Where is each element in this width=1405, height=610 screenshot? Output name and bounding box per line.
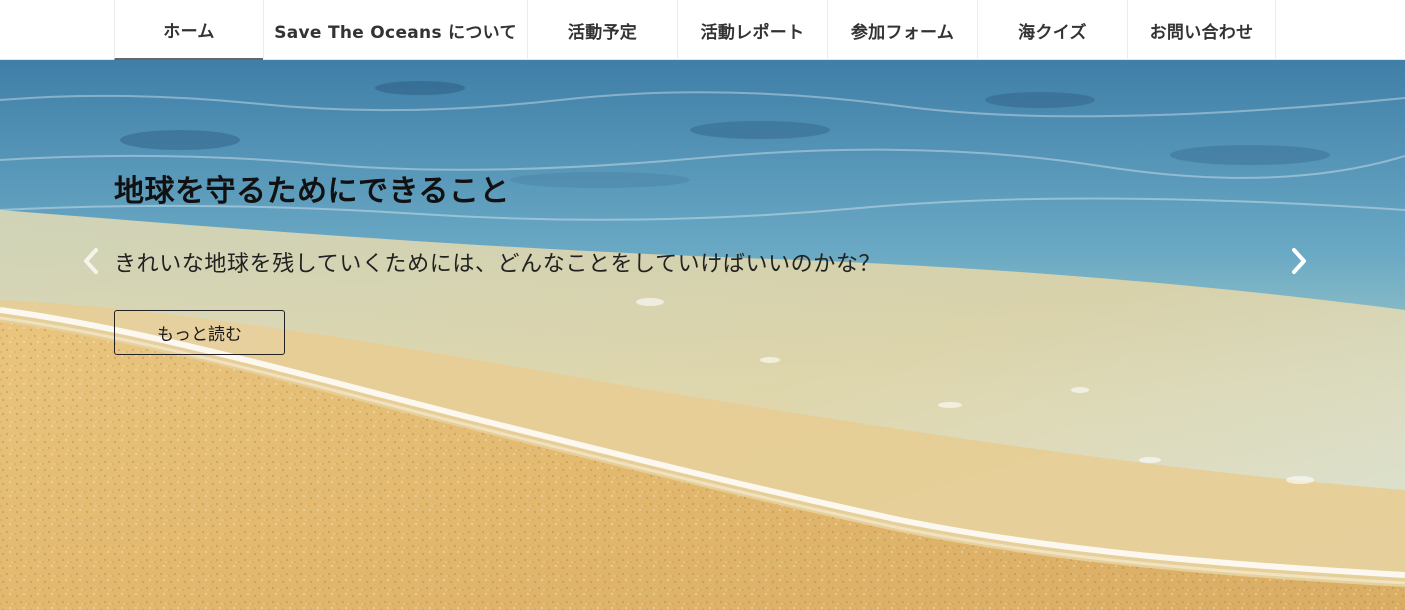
hero-title: 地球を守るためにできること [114, 174, 510, 209]
nav-item-quiz[interactable]: 海クイズ [977, 0, 1127, 60]
slider-prev-button[interactable] [78, 246, 104, 276]
nav-list: ホーム Save The Oceans について 活動予定 活動レポート 参加フ… [114, 0, 1276, 60]
hero-slider: 地球を守るためにできること きれいな地球を残していくためには、どんなことをしてい… [0, 60, 1405, 610]
chevron-left-icon [84, 248, 98, 274]
nav-item-form[interactable]: 参加フォーム [827, 0, 977, 60]
nav-item-schedule[interactable]: 活動予定 [527, 0, 677, 60]
slider-next-button[interactable] [1286, 246, 1312, 276]
nav-item-about[interactable]: Save The Oceans について [263, 0, 527, 60]
read-more-button[interactable]: もっと読む [114, 310, 285, 355]
nav-item-report[interactable]: 活動レポート [677, 0, 827, 60]
hero-text: きれいな地球を残していくためには、どんなことをしていけばいいのかな？ [114, 252, 882, 277]
nav-item-home[interactable]: ホーム [114, 0, 263, 60]
page: ホーム Save The Oceans について 活動予定 活動レポート 参加フ… [0, 0, 1405, 610]
nav-item-contact[interactable]: お問い合わせ [1127, 0, 1276, 60]
chevron-right-icon [1292, 248, 1306, 274]
main-nav: ホーム Save The Oceans について 活動予定 活動レポート 参加フ… [0, 0, 1405, 60]
